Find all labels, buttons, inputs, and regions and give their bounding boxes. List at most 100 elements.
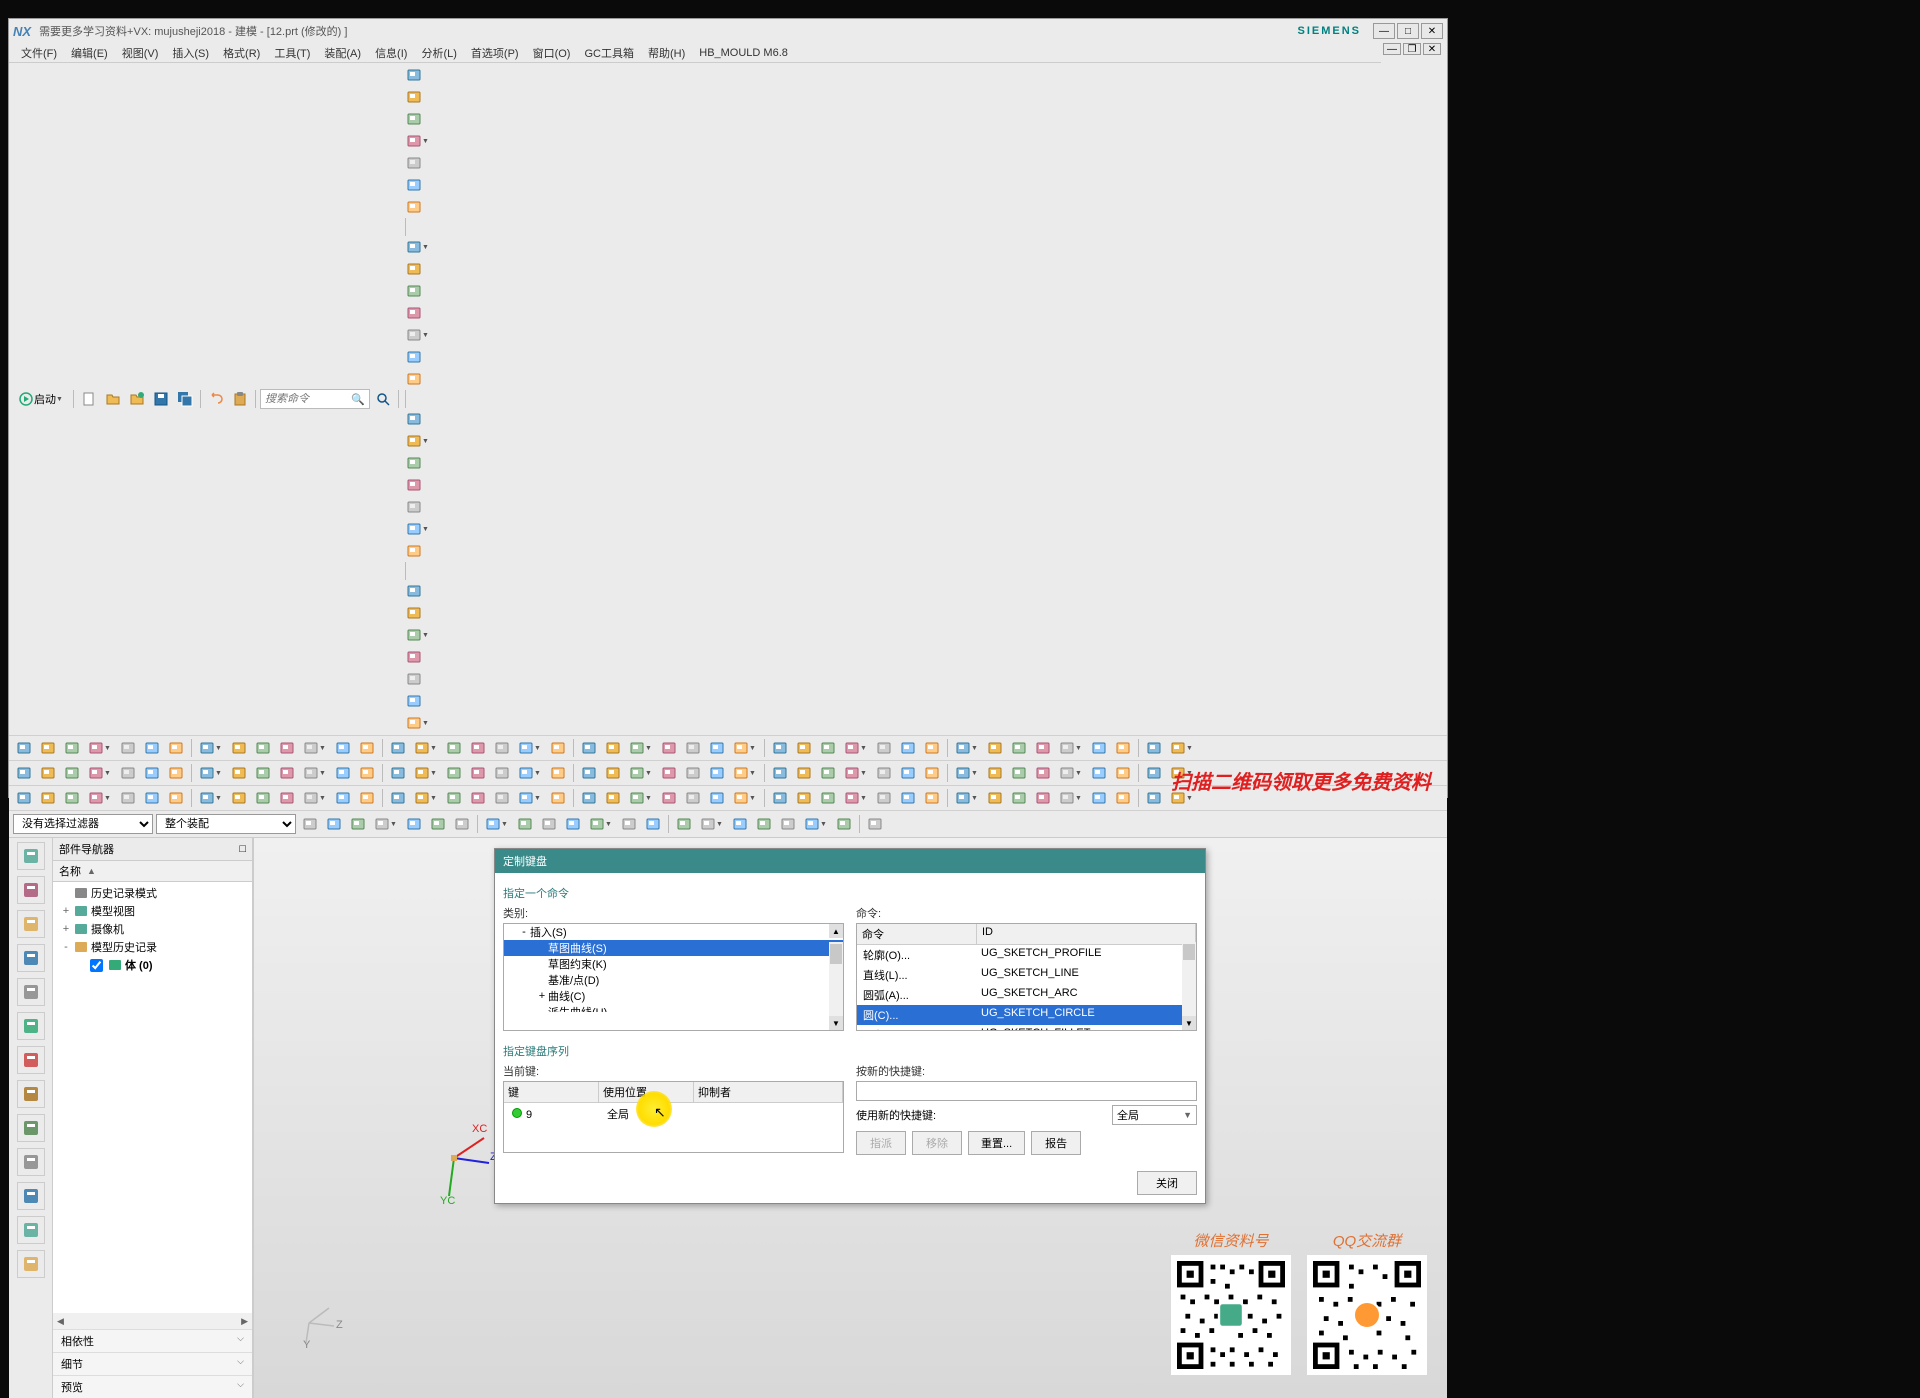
tool-button[interactable]: ▼ <box>411 787 441 809</box>
menu-item[interactable]: 信息(I) <box>369 43 413 63</box>
new-file-button[interactable] <box>78 388 100 410</box>
scroll-up-icon[interactable]: ▲ <box>829 924 843 938</box>
tool-button[interactable] <box>1008 787 1030 809</box>
tool-button[interactable] <box>299 813 321 835</box>
pin-icon[interactable]: □ <box>239 843 246 855</box>
tool-button[interactable] <box>403 452 425 474</box>
minimize-button[interactable]: — <box>1373 23 1395 39</box>
tool-button[interactable] <box>1032 762 1054 784</box>
menu-item[interactable]: 帮助(H) <box>642 43 691 63</box>
tool-button[interactable] <box>387 787 409 809</box>
tool-button[interactable] <box>769 737 791 759</box>
current-keys-table[interactable]: 键 使用位置 抑制者 9 全局 <box>503 1081 844 1153</box>
tool-button[interactable] <box>165 787 187 809</box>
menu-item[interactable]: GC工具箱 <box>578 43 640 63</box>
dialog-close-button[interactable]: 关闭 <box>1137 1171 1197 1195</box>
tree-item[interactable]: 历史记录模式 <box>55 884 250 902</box>
command-search-input[interactable] <box>265 393 351 405</box>
tool-button[interactable] <box>467 762 489 784</box>
tool-button[interactable] <box>1112 762 1134 784</box>
tool-button[interactable] <box>443 737 465 759</box>
tree-item[interactable]: +摄像机 <box>55 920 250 938</box>
tool-button[interactable] <box>793 737 815 759</box>
category-item[interactable]: 派生曲线(U) <box>504 1004 843 1012</box>
tool-button[interactable] <box>467 787 489 809</box>
tree-item[interactable]: +模型视图 <box>55 902 250 920</box>
tool-button[interactable]: ▼ <box>196 762 226 784</box>
tool-button[interactable] <box>403 580 425 602</box>
tool-button[interactable] <box>1112 737 1134 759</box>
tool-button[interactable] <box>117 787 139 809</box>
tool-button[interactable] <box>356 762 378 784</box>
tool-button[interactable] <box>252 787 274 809</box>
menu-item[interactable]: 分析(L) <box>415 43 462 63</box>
tool-button[interactable]: ▼ <box>1056 762 1086 784</box>
tool-button[interactable]: ▼ <box>403 624 433 646</box>
tool-button[interactable] <box>769 762 791 784</box>
command-item[interactable]: 直线(L)...UG_SKETCH_LINE <box>857 965 1196 985</box>
tool-button[interactable] <box>618 813 640 835</box>
resource-tab[interactable] <box>17 978 45 1006</box>
scroll-thumb[interactable] <box>830 944 842 964</box>
close-button[interactable]: ✕ <box>1421 23 1443 39</box>
tool-button[interactable] <box>141 762 163 784</box>
menu-item[interactable]: 文件(F) <box>15 43 63 63</box>
tool-button[interactable]: ▼ <box>371 813 401 835</box>
tool-button[interactable] <box>682 737 704 759</box>
tool-button[interactable] <box>1008 762 1030 784</box>
nav-section-expander[interactable]: 预览⌵ <box>53 1375 252 1398</box>
assign-button[interactable]: 指派 <box>856 1131 906 1155</box>
tool-button[interactable]: ▼ <box>1167 737 1197 759</box>
cmd-col-name[interactable]: 命令 <box>857 924 977 944</box>
tool-button[interactable] <box>61 787 83 809</box>
category-item[interactable]: +曲线(C) <box>504 988 843 1004</box>
report-button[interactable]: 报告 <box>1031 1131 1081 1155</box>
tool-button[interactable] <box>817 762 839 784</box>
tool-button[interactable] <box>706 787 728 809</box>
resource-tab[interactable] <box>17 1080 45 1108</box>
keycol-sup[interactable]: 抑制者 <box>694 1082 843 1102</box>
resource-tab[interactable] <box>17 1182 45 1210</box>
tool-button[interactable] <box>403 64 425 86</box>
tool-button[interactable] <box>165 762 187 784</box>
tool-button[interactable] <box>403 280 425 302</box>
open-file-button[interactable] <box>102 388 124 410</box>
tool-button[interactable] <box>1032 737 1054 759</box>
tool-button[interactable] <box>403 646 425 668</box>
tool-button[interactable] <box>276 762 298 784</box>
tool-button[interactable] <box>547 787 569 809</box>
tool-button[interactable]: ▼ <box>403 518 433 540</box>
tool-button[interactable] <box>332 762 354 784</box>
tool-button[interactable] <box>427 813 449 835</box>
tool-button[interactable] <box>578 762 600 784</box>
tool-button[interactable] <box>228 762 250 784</box>
tool-button[interactable] <box>491 787 513 809</box>
category-item[interactable]: 草图约束(K) <box>504 956 843 972</box>
tool-button[interactable]: ▼ <box>85 762 115 784</box>
tool-button[interactable]: ▼ <box>300 787 330 809</box>
tool-button[interactable]: ▼ <box>300 737 330 759</box>
tool-button[interactable] <box>777 813 799 835</box>
tool-button[interactable] <box>706 737 728 759</box>
tool-button[interactable] <box>13 737 35 759</box>
tool-button[interactable]: ▼ <box>1056 737 1086 759</box>
tool-button[interactable] <box>403 408 425 430</box>
tool-button[interactable]: ▼ <box>411 737 441 759</box>
tool-button[interactable] <box>1112 787 1134 809</box>
category-item[interactable]: -插入(S) <box>504 924 843 940</box>
tree-item[interactable]: -模型历史记录 <box>55 938 250 956</box>
tool-button[interactable] <box>443 787 465 809</box>
tool-button[interactable] <box>443 762 465 784</box>
tool-button[interactable] <box>403 302 425 324</box>
tool-button[interactable] <box>984 737 1006 759</box>
tool-button[interactable] <box>141 787 163 809</box>
tool-button[interactable] <box>578 787 600 809</box>
tool-button[interactable] <box>356 737 378 759</box>
tool-button[interactable] <box>1032 787 1054 809</box>
tool-button[interactable] <box>562 813 584 835</box>
tool-button[interactable]: ▼ <box>85 737 115 759</box>
menu-item[interactable]: 视图(V) <box>116 43 165 63</box>
menu-item[interactable]: 窗口(O) <box>527 43 577 63</box>
keycol-key[interactable]: 键 <box>504 1082 599 1102</box>
tool-button[interactable] <box>873 787 895 809</box>
